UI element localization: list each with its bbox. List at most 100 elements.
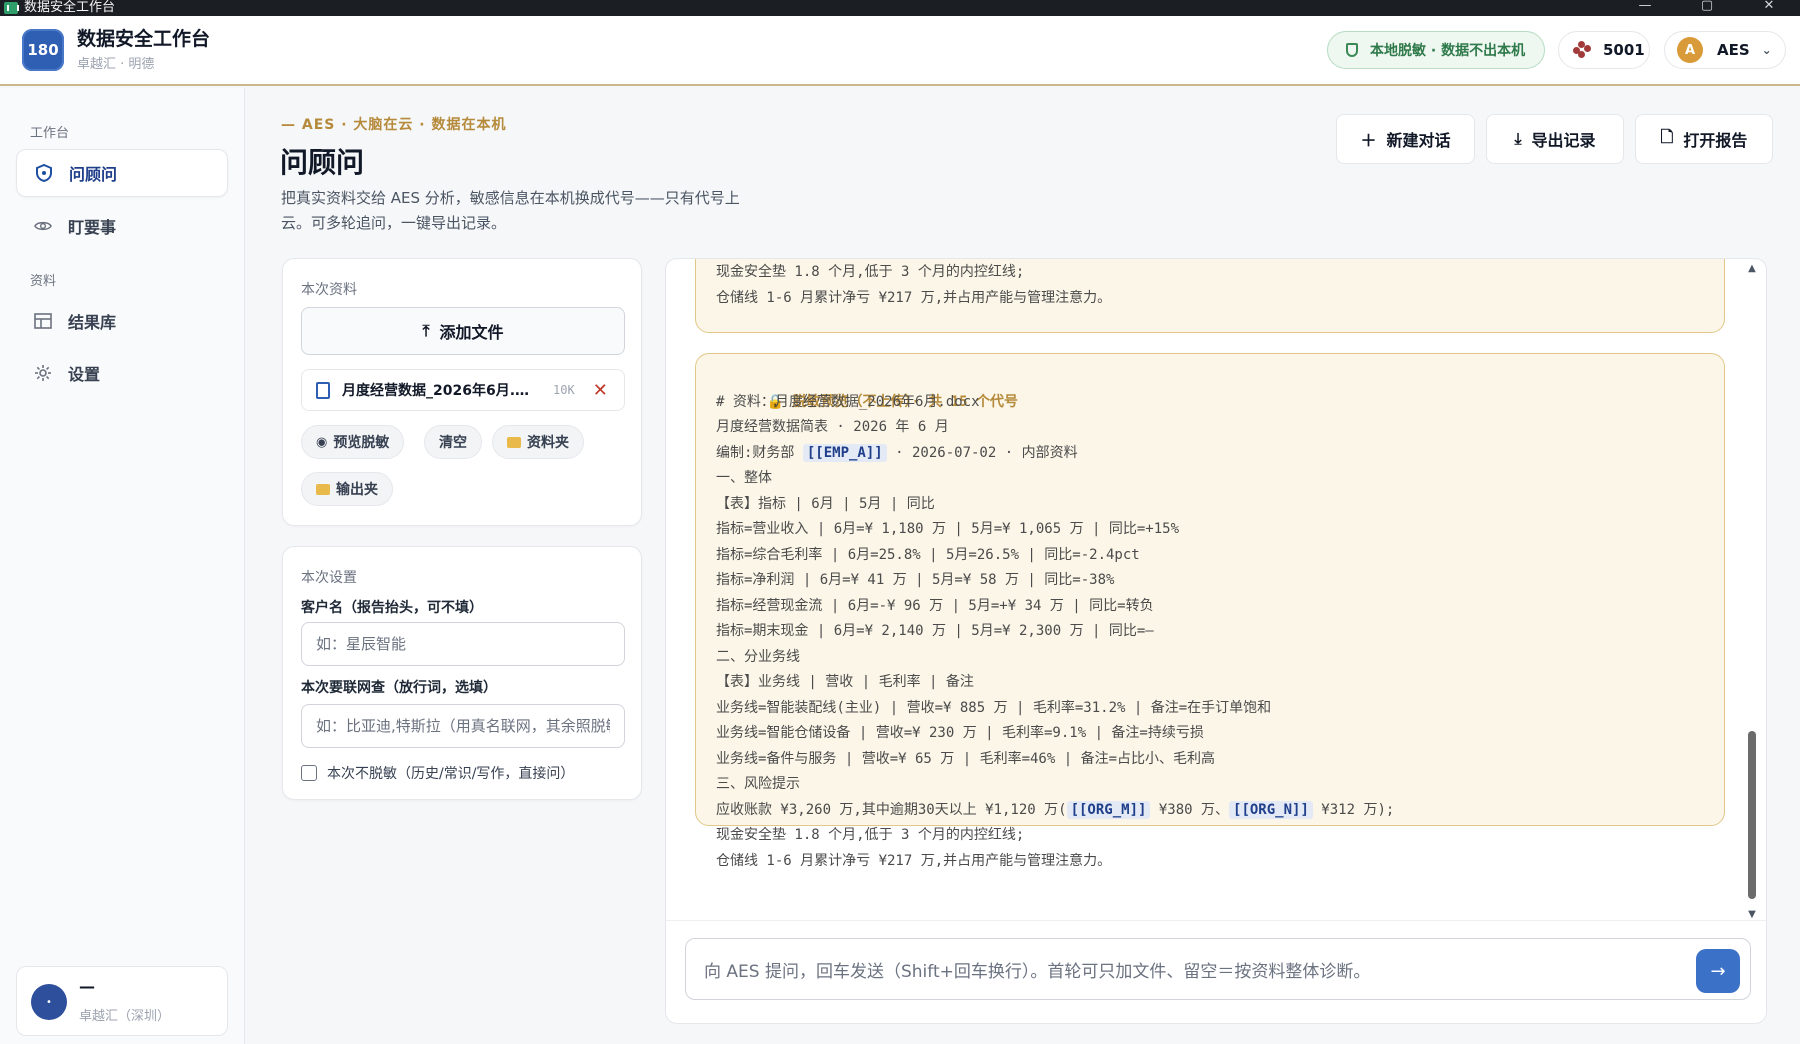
minimize-button[interactable]: — [1614, 0, 1676, 16]
shield-icon [1346, 43, 1358, 57]
scrollbar-thumb[interactable] [1748, 731, 1756, 899]
user-org: 卓越汇（深圳） [79, 1009, 171, 1024]
message-composer[interactable]: 向 AES 提问，回车发送（Shift+回车换行）。首轮可只加文件、留空＝按资料… [685, 938, 1751, 1000]
folder-icon [316, 483, 330, 495]
message-line: 月度经营数据简表 · 2026 年 6 月 [716, 419, 949, 435]
mask-preview-message: 🔒 脱敏预览（不上传）· 共 15 个代号 # 资料：月度经营数据_2026年6… [695, 353, 1725, 869]
web-search-label: 本次要联网查（放行词，选填） [301, 680, 497, 696]
masked-token: [[ORG_N]] [1229, 800, 1313, 819]
output-folder-button[interactable]: 输出夹 [301, 472, 393, 506]
client-name-input[interactable] [301, 622, 625, 666]
chevron-down-icon: ⌄ [1761, 43, 1772, 57]
send-button[interactable]: → [1696, 949, 1740, 993]
message-line: 一、整体 [716, 470, 772, 486]
sidebar-item-label: 设置 [68, 365, 101, 384]
file-name: 月度经营数据_2026年6月.docx [342, 383, 537, 399]
app-header: 180 数据安全工作台 卓越汇 · 明德 本地脱敏 · 数据不出本机 5001 … [0, 16, 1800, 86]
message-line: # 资料：月度经营数据_2026年6月.docx [716, 393, 980, 410]
message-line: 业务线=备件与服务 | 营收=¥ 65 万 | 毛利率=46% | 备注=占比小… [716, 750, 1216, 767]
clear-button[interactable]: 清空 [424, 425, 482, 459]
sidebar-section-materials: 资料 [30, 274, 57, 289]
export-button[interactable]: ⤓ 导出记录 [1486, 114, 1624, 164]
brand-logo: 180 [22, 29, 64, 71]
file-icon [316, 381, 330, 399]
add-file-label: 添加文件 [439, 323, 504, 342]
output-folder-label: 输出夹 [336, 482, 378, 498]
message-line: 仓储线 1-6 月累计净亏 ¥217 万,并占用产能与管理注意力。 [716, 289, 1112, 306]
materials-card: 本次资料 ⤒ 添加文件 月度经营数据_2026年6月.docx 10K ✕ ◉ … [282, 258, 642, 526]
sidebar-item-results[interactable]: 结果库 [16, 297, 228, 345]
plus-icon: ＋ [1360, 131, 1377, 150]
new-chat-button[interactable]: ＋ 新建对话 [1336, 114, 1475, 164]
user-name: — [79, 977, 95, 996]
sidebar-user-card[interactable]: • — 卓越汇（深圳） [16, 966, 228, 1036]
scroll-up-arrow[interactable]: ▲ [1746, 263, 1758, 275]
file-item[interactable]: 月度经营数据_2026年6月.docx 10K ✕ [301, 369, 625, 411]
sidebar-item-settings[interactable]: 设置 [16, 349, 228, 397]
no-mask-checkbox[interactable] [301, 765, 317, 781]
sidebar-section-workbench: 工作台 [30, 126, 70, 141]
app-icon [4, 2, 19, 14]
upload-icon: ⤒ [422, 321, 430, 340]
sidebar: 工作台 问顾问 盯要事 资料 结果库 设置 • — 卓越汇（深圳） [0, 88, 245, 1044]
app-subtitle: 卓越汇 · 明德 [77, 57, 155, 72]
page-eyebrow: — AES · 大脑在云 · 数据在本机 [281, 117, 507, 133]
export-label: 导出记录 [1531, 131, 1596, 150]
no-mask-label: 本次不脱敏（历史/常识/写作，直接问） [327, 766, 575, 782]
open-report-button[interactable]: 🗋 打开报告 [1635, 114, 1773, 164]
message-line: 【表】指标 | 6月 | 5月 | 同比 [716, 495, 935, 512]
eye-icon: ◉ [316, 434, 328, 450]
sidebar-item-ask-advisor[interactable]: 问顾问 [16, 149, 228, 197]
message-line-editor: 编制:财务部 [[EMP_A]] · 2026-07-02 · 内部资料 [716, 443, 1078, 462]
client-name-label: 客户名（报告抬头，可不填） [301, 600, 483, 616]
port-badge[interactable]: 5001 [1558, 31, 1650, 69]
preview-mask-label: 预览脱敏 [333, 435, 390, 451]
preview-mask-button[interactable]: ◉ 预览脱敏 [301, 425, 405, 459]
message-line: 指标=净利润 | 6月=¥ 41 万 | 5月=¥ 58 万 | 同比=-38% [716, 572, 1115, 588]
mask-preview-header: 🔒 脱敏预览（不上传）· 共 15 个代号 [766, 393, 1019, 410]
materials-folder-label: 资料夹 [527, 435, 569, 451]
masked-token: [[EMP_A]] [802, 443, 887, 462]
web-search-input[interactable] [301, 704, 625, 748]
message-line: 现金安全垫 1.8 个月,低于 3 个月的内控红线; [716, 264, 1025, 280]
clear-label: 清空 [439, 435, 467, 451]
window-title: 数据安全工作台 [24, 0, 116, 15]
masked-token: [[ORG_M]] [1066, 800, 1151, 819]
close-window-button[interactable]: ✕ [1738, 0, 1800, 16]
document-icon: 🗋 [1660, 126, 1674, 146]
remove-file-icon[interactable]: ✕ [593, 380, 608, 401]
arrow-right-icon: → [1710, 960, 1726, 982]
materials-label: 本次资料 [301, 282, 357, 298]
paw-icon [1573, 41, 1591, 59]
os-title-bar: 数据安全工作台 — ▢ ✕ [0, 0, 1800, 16]
avatar: A [1677, 37, 1703, 63]
sidebar-item-label: 问顾问 [69, 165, 118, 184]
no-mask-option[interactable]: 本次不脱敏（历史/常识/写作，直接问） [301, 763, 574, 783]
message-line: 【表】业务线 | 营收 | 毛利率 | 备注 [716, 674, 974, 690]
sidebar-item-watch[interactable]: 盯要事 [16, 202, 228, 250]
message-line: 指标=期末现金 | 6月=¥ 2,140 万 | 5月=¥ 2,300 万 | … [716, 623, 1154, 639]
composer-placeholder: 向 AES 提问，回车发送（Shift+回车换行）。首轮可只加文件、留空＝按资料… [704, 961, 1371, 982]
materials-folder-button[interactable]: 资料夹 [492, 425, 584, 459]
message-line: 业务线=智能仓储设备 | 营收=¥ 230 万 | 毛利率=9.1% | 备注=… [716, 725, 1204, 741]
eye-icon [34, 217, 52, 235]
sidebar-item-label: 结果库 [68, 313, 117, 332]
user-menu[interactable]: A AES ⌄ [1664, 31, 1786, 69]
maximize-button[interactable]: ▢ [1676, 0, 1738, 16]
message-line: 二、分业务线 [716, 648, 800, 665]
page-title: 问顾问 [280, 146, 365, 179]
message-line: 指标=经营现金流 | 6月=-¥ 96 万 | 5月=+¥ 34 万 | 同比=… [716, 597, 1154, 614]
add-file-button[interactable]: ⤒ 添加文件 [301, 307, 625, 355]
settings-label: 本次设置 [301, 570, 357, 586]
window-controls: — ▢ ✕ [1614, 0, 1800, 16]
previous-message: 现金安全垫 1.8 个月,低于 3 个月的内控红线; 仓储线 1-6 月累计净亏… [695, 259, 1725, 333]
message-line: 三、风险提示 [716, 776, 800, 792]
composer-divider [666, 920, 1766, 921]
download-icon: ⤓ [1514, 129, 1522, 148]
user-name: AES [1717, 41, 1750, 59]
file-size: 10K [553, 383, 575, 397]
port-number: 5001 [1603, 41, 1645, 59]
page-description: 把真实资料交给 AES 分析，敏感信息在本机换成代号——只有代号上云。可多轮追问… [281, 189, 740, 232]
message-line: 指标=综合毛利率 | 6月=25.8% | 5月=26.5% | 同比=-2.4… [716, 546, 1140, 563]
folder-icon [507, 436, 521, 448]
